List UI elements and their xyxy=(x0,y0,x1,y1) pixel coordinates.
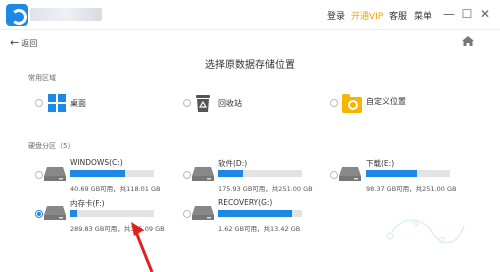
location-recycle-bin[interactable]: 回收站 xyxy=(218,98,242,109)
common-section-label: 常用区域 xyxy=(28,74,56,82)
drive-usage-fill-c xyxy=(70,170,126,177)
drive-usage-bar-e xyxy=(366,170,450,177)
decorative-watermark xyxy=(386,219,465,244)
drive-name-c[interactable]: WINDOWS(C:) xyxy=(70,158,123,167)
drive-name-e[interactable]: 下载(E:) xyxy=(366,158,394,169)
login-button[interactable]: 登录 xyxy=(327,9,345,22)
drive-usage-bar-f xyxy=(70,210,154,217)
radio-custom-location[interactable] xyxy=(330,99,338,107)
drive-info-c: 40.69 GB可用，共118.01 GB xyxy=(70,185,161,193)
support-button[interactable]: 客服 xyxy=(389,9,407,22)
drive-usage-fill-g xyxy=(218,210,292,217)
back-label: 返回 xyxy=(21,39,38,48)
hard-drive-icon xyxy=(44,206,66,220)
recycle-bin-icon xyxy=(196,95,210,112)
radio-drive-e[interactable] xyxy=(330,171,338,179)
maximize-icon[interactable]: ☐ xyxy=(460,7,474,21)
radio-drive-g[interactable] xyxy=(183,210,191,218)
windows-icon xyxy=(48,94,66,112)
drive-name-d[interactable]: 软件(D:) xyxy=(218,158,247,169)
drive-info-g: 1.62 GB可用，共13.42 GB xyxy=(218,225,301,233)
radio-drive-f[interactable] xyxy=(35,210,43,218)
drive-name-g[interactable]: RECOVERY(G:) xyxy=(218,198,272,207)
drive-usage-bar-d xyxy=(218,170,302,177)
radio-drive-d[interactable] xyxy=(183,171,191,179)
open-vip-button[interactable]: 开通VIP xyxy=(351,9,383,22)
drive-usage-bar-g xyxy=(218,210,302,217)
app-title-blurred xyxy=(30,8,102,21)
close-icon[interactable]: ✕ xyxy=(478,7,492,21)
drive-name-f[interactable]: 内存卡(F:) xyxy=(70,198,105,209)
drive-info-e: 98.37 GB可用，共251.00 GB xyxy=(366,185,457,193)
radio-drive-c[interactable] xyxy=(35,171,43,179)
drive-usage-bar-c xyxy=(70,170,154,177)
back-button[interactable]: ← 返回 xyxy=(10,36,37,49)
arrow-left-icon: ← xyxy=(10,36,20,49)
menu-button[interactable]: 菜单 xyxy=(414,9,432,22)
disk-section-label: 硬盘分区（5） xyxy=(28,142,75,150)
location-desktop[interactable]: 桌面 xyxy=(70,98,86,109)
page-title: 选择原数据存储位置 xyxy=(205,60,295,71)
hard-drive-icon xyxy=(192,206,214,220)
title-bar: 登录 开通VIP 客服 菜单 — ☐ ✕ xyxy=(0,0,500,30)
hard-drive-icon xyxy=(192,167,214,181)
radio-recycle-bin[interactable] xyxy=(183,99,191,107)
annotation-arrow-icon xyxy=(131,222,154,272)
location-custom[interactable]: 自定义位置 xyxy=(366,96,406,107)
radio-desktop[interactable] xyxy=(35,99,43,107)
minimize-icon[interactable]: — xyxy=(442,7,456,21)
hard-drive-icon xyxy=(44,167,66,181)
home-icon[interactable] xyxy=(462,36,474,46)
hard-drive-icon xyxy=(339,167,361,181)
drive-usage-fill-d xyxy=(218,170,244,177)
folder-search-icon xyxy=(342,94,362,113)
drive-usage-fill-e xyxy=(366,170,418,177)
app-logo xyxy=(6,4,28,26)
drive-info-d: 175.93 GB可用，共251.00 GB xyxy=(218,185,313,193)
drive-usage-fill-f xyxy=(70,210,77,217)
